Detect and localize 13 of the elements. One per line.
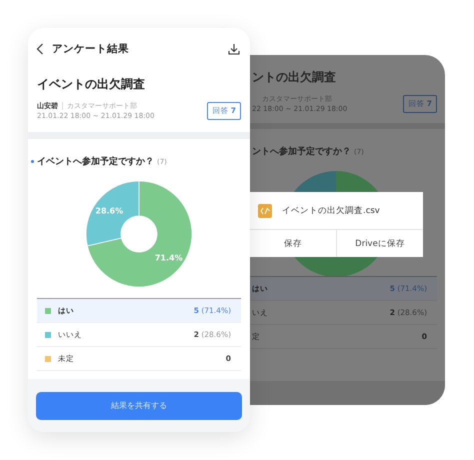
back-icon[interactable] <box>36 43 44 55</box>
bullet-icon <box>31 160 34 163</box>
survey-title: イベントの出欠調査 <box>37 76 146 93</box>
share-results-button[interactable]: 結果を共有する <box>36 392 242 420</box>
slice-label: 28.6% <box>95 206 124 216</box>
question-text: イベントへ参加予定ですか？ <box>37 155 154 168</box>
survey-title: ントの出欠調査 <box>252 69 337 86</box>
question-text: ントへ参加予定ですか？ <box>252 145 351 158</box>
download-icon[interactable] <box>228 43 240 55</box>
code-file-icon <box>258 204 272 218</box>
screen-title: アンケート結果 <box>52 42 130 56</box>
file-name: イベントの出欠調査.csv <box>282 204 380 216</box>
slice-label: 71.4% <box>154 254 183 263</box>
